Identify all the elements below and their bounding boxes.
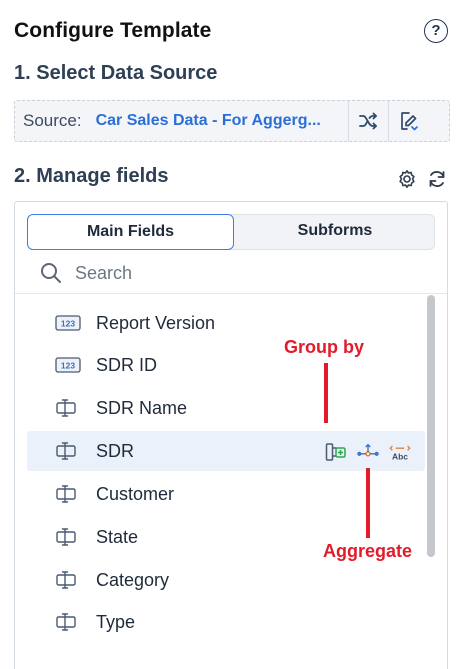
field-row-sdr-name[interactable]: SDR Name: [27, 388, 425, 428]
text-field-icon: [55, 442, 81, 460]
shuffle-icon: [359, 112, 377, 130]
text-field-icon: [55, 528, 81, 546]
tab-subforms[interactable]: Subforms: [234, 214, 436, 250]
field-row-category[interactable]: Category: [27, 560, 425, 600]
svg-text:Abc: Abc: [392, 452, 408, 462]
edit-document-icon: [401, 112, 418, 131]
change-source-button[interactable]: [347, 101, 388, 141]
refresh-icon[interactable]: [426, 168, 448, 190]
field-label: Customer: [96, 483, 175, 504]
field-label: SDR: [96, 440, 135, 461]
search-input[interactable]: Search: [75, 263, 132, 284]
field-row-report-version[interactable]: 123 Report Version: [27, 303, 425, 343]
field-label: Category: [96, 569, 170, 590]
fields-panel: Main Fields Subforms Search 123 Report V…: [14, 201, 448, 669]
number-field-icon: 123: [55, 314, 81, 332]
annotation-aggregate: Aggregate: [323, 541, 413, 561]
settings-gear-icon[interactable]: [396, 168, 418, 190]
search-icon: [41, 263, 61, 283]
text-format-icon[interactable]: Abc: [389, 441, 411, 463]
field-row-type[interactable]: Type: [27, 602, 425, 642]
text-field-icon: [55, 399, 81, 417]
annotation-group-by: Group by: [284, 337, 364, 357]
manage-fields-tools: [396, 168, 448, 190]
field-tabs: Main Fields Subforms: [27, 214, 435, 250]
svg-text:123: 123: [61, 361, 75, 371]
data-source-bar: Source: Car Sales Data - For Aggerg...: [14, 100, 450, 142]
page-title: Configure Template: [14, 19, 212, 42]
group-by-icon[interactable]: [325, 441, 347, 463]
field-label: Report Version: [96, 312, 216, 333]
field-row-sdr[interactable]: SDR Abc: [27, 431, 425, 471]
text-field-icon: [55, 485, 81, 503]
aggregate-icon[interactable]: [357, 441, 379, 463]
divider: [15, 293, 447, 294]
text-field-icon: [55, 571, 81, 589]
field-label: SDR ID: [96, 354, 158, 375]
manage-fields-heading: 2. Manage fields: [14, 165, 169, 187]
tab-main-fields[interactable]: Main Fields: [27, 214, 234, 250]
annotation-line-group-by: [324, 363, 328, 423]
list-scrollbar[interactable]: [427, 295, 435, 557]
field-row-sdr-id[interactable]: 123 SDR ID: [27, 345, 425, 385]
field-label: State: [96, 526, 139, 547]
edit-source-button[interactable]: [387, 101, 428, 141]
template-header: Configure Template ?: [14, 16, 450, 46]
help-icon[interactable]: ?: [424, 19, 448, 43]
annotation-line-aggregate: [366, 468, 370, 538]
select-data-source-heading: 1. Select Data Source: [14, 62, 218, 84]
text-field-icon: [55, 613, 81, 631]
svg-text:123: 123: [61, 319, 75, 329]
field-label: SDR Name: [96, 397, 188, 418]
source-value-link[interactable]: Car Sales Data - For Aggerg...: [96, 112, 348, 130]
field-label: Type: [96, 611, 136, 632]
number-field-icon: 123: [55, 356, 81, 374]
field-search[interactable]: Search: [39, 260, 132, 286]
source-label: Source:: [23, 111, 82, 130]
field-row-actions: Abc: [325, 441, 411, 463]
